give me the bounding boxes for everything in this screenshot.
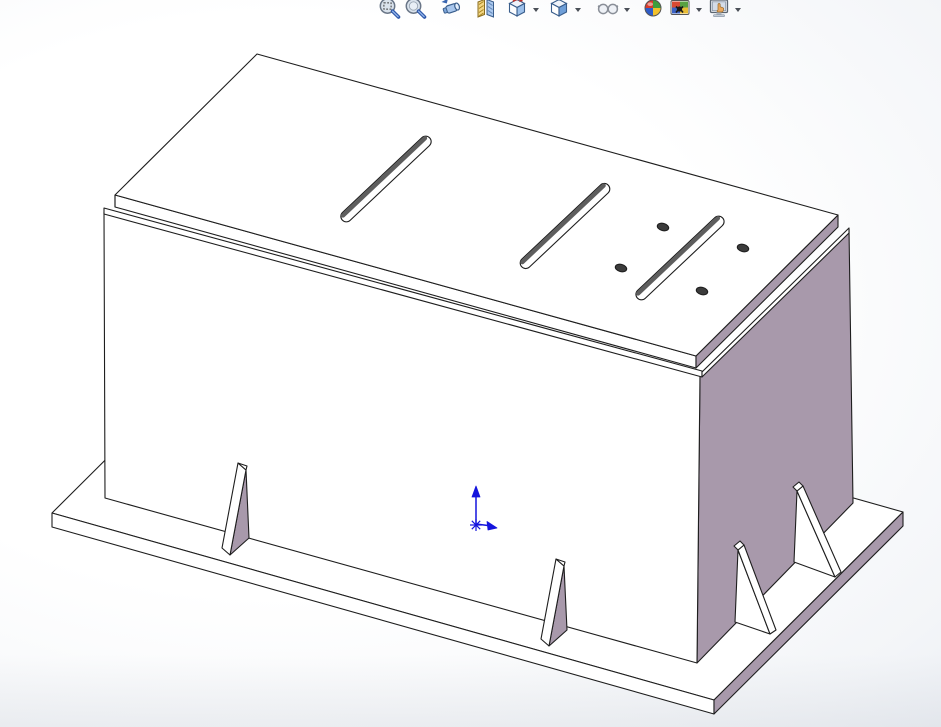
cad-viewport[interactable] [0, 0, 941, 727]
display-style-dropdown[interactable] [575, 8, 581, 12]
view-settings-icon [709, 0, 729, 18]
viewport-3d[interactable] [0, 0, 941, 727]
previous-view-button[interactable] [440, 0, 464, 20]
heads-up-view-toolbar [0, 0, 941, 22]
view-orientation-icon [508, 0, 526, 17]
view-settings-button[interactable] [707, 0, 731, 20]
apply-scene-icon [670, 0, 690, 15]
view-orientation-dropdown[interactable] [533, 8, 539, 12]
hide-show-items-dropdown[interactable] [624, 8, 630, 12]
previous-view-icon [441, 0, 461, 14]
view-settings-dropdown[interactable] [735, 8, 741, 12]
hide-show-items-button[interactable] [596, 0, 620, 20]
apply-scene-button[interactable] [668, 0, 692, 20]
edit-appearance-icon [644, 0, 662, 17]
zoom-to-fit-icon [379, 0, 401, 19]
zoom-to-area-icon [405, 0, 427, 19]
view-orientation-button[interactable] [505, 0, 529, 20]
apply-scene-dropdown[interactable] [696, 8, 702, 12]
zoom-to-fit-button[interactable] [378, 0, 402, 20]
section-view-button[interactable] [474, 0, 498, 20]
edit-appearance-button[interactable] [641, 0, 665, 20]
display-style-button[interactable] [547, 0, 571, 20]
section-view-icon [477, 0, 494, 18]
display-style-icon [550, 0, 568, 17]
hide-show-items-icon [597, 3, 619, 15]
zoom-to-area-button[interactable] [404, 0, 428, 20]
